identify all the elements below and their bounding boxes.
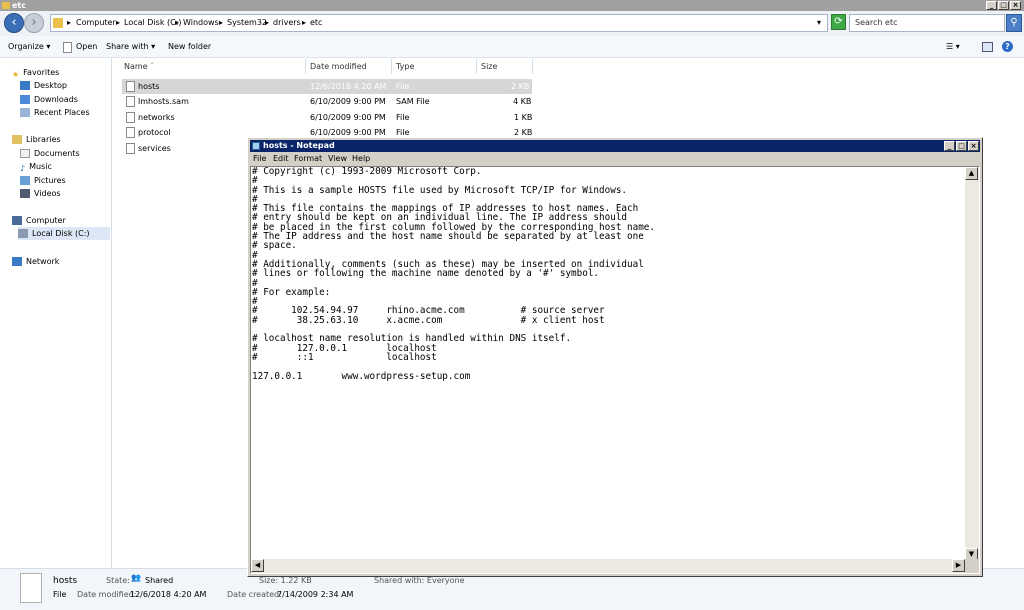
resize-grip[interactable] [965, 559, 979, 573]
new-folder-button[interactable]: New folder [168, 36, 211, 58]
breadcrumb-windows[interactable]: Windows [183, 15, 219, 31]
details-size: Size: 1.22 KB [259, 576, 312, 585]
file-icon [20, 573, 42, 603]
file-icon [126, 112, 135, 123]
horizontal-scrollbar[interactable]: ◀ ▶ [251, 559, 965, 573]
nav-documents[interactable]: Documents [20, 147, 80, 160]
nav-local-disk[interactable]: Local Disk (C:) [18, 227, 110, 240]
open-button[interactable]: Open [76, 36, 97, 58]
column-header-type[interactable]: Type [392, 59, 477, 74]
share-with-button[interactable]: Share with ▾ [106, 36, 155, 58]
menu-help[interactable]: Help [352, 153, 370, 165]
details-shared-with: Shared with: Everyone [374, 576, 465, 585]
drive-icon [18, 229, 28, 238]
hosts-file-content[interactable]: # Copyright (c) 1993-2009 Microsoft Corp… [252, 167, 655, 381]
breadcrumb-system32[interactable]: System32 [227, 15, 267, 31]
vertical-scrollbar[interactable]: ▲ ▼ [965, 167, 979, 561]
explorer-title-bar: etc _ □ × [0, 0, 1024, 11]
folder-icon [2, 2, 10, 9]
views-icon[interactable]: ☰ ▾ [946, 36, 960, 58]
notepad-close-button[interactable]: × [968, 141, 979, 151]
menu-format[interactable]: Format [294, 153, 322, 165]
help-icon[interactable]: ? [1002, 41, 1013, 52]
folder-icon [53, 18, 63, 28]
nav-downloads[interactable]: Downloads [20, 93, 78, 106]
file-icon [126, 96, 135, 107]
breadcrumb-drivers[interactable]: drivers [273, 15, 301, 31]
details-file-name: hosts [53, 576, 78, 586]
nav-libraries[interactable]: Libraries [12, 133, 61, 146]
notepad-title: hosts - Notepad [263, 141, 335, 150]
file-icon [126, 127, 135, 138]
pictures-icon [20, 176, 30, 185]
organize-button[interactable]: Organize ▾ [8, 36, 50, 58]
breadcrumb-etc[interactable]: etc [310, 15, 322, 31]
notepad-menu-bar: File Edit Format View Help [250, 153, 980, 165]
breadcrumb-local-disk[interactable]: Local Disk (C:) [124, 15, 182, 31]
nav-favorites[interactable]: ★ Favorites [12, 66, 59, 79]
desktop-icon [20, 81, 30, 90]
close-button[interactable]: × [1010, 1, 1021, 10]
nav-network[interactable]: Network [12, 255, 59, 268]
menu-file[interactable]: File [253, 153, 266, 165]
column-header-name[interactable]: Name ˆ [120, 59, 306, 74]
star-icon: ★ [12, 70, 20, 79]
recent-places-icon [20, 108, 30, 117]
nav-computer[interactable]: Computer [12, 214, 66, 227]
file-icon [126, 143, 135, 154]
sort-icon: ˆ [150, 62, 155, 71]
explorer-title: etc [12, 1, 26, 10]
address-dropdown-icon[interactable]: ▾ [817, 15, 821, 31]
nav-pictures[interactable]: Pictures [20, 174, 66, 187]
search-icon[interactable]: ⚲ [1006, 14, 1022, 32]
videos-icon [20, 189, 30, 198]
computer-icon [12, 216, 22, 225]
libraries-icon [12, 135, 22, 144]
scroll-right-icon[interactable]: ▶ [952, 559, 965, 572]
file-icon [126, 81, 135, 92]
notepad-title-bar[interactable]: hosts - Notepad _ □ × [250, 140, 980, 152]
details-date-modified: 12/6/2018 4:20 AM [130, 590, 207, 599]
maximize-button[interactable]: □ [998, 1, 1009, 10]
command-bar: Organize ▾ Open Share with ▾ New folder … [0, 36, 1024, 58]
preview-pane-icon[interactable] [982, 42, 993, 52]
details-date-created: 7/14/2009 2:34 AM [277, 590, 354, 599]
file-row[interactable]: hosts 12/6/2018 4:20 AM File 2 KB [122, 79, 532, 94]
menu-edit[interactable]: Edit [273, 153, 289, 165]
notepad-minimize-button[interactable]: _ [944, 141, 955, 151]
notepad-icon [252, 142, 260, 150]
scroll-up-icon[interactable]: ▲ [965, 167, 978, 180]
details-file-kind: File [53, 590, 67, 599]
scroll-left-icon[interactable]: ◀ [251, 559, 264, 572]
search-input[interactable]: Search etc [849, 14, 1005, 32]
nav-recent-places[interactable]: Recent Places [20, 106, 90, 119]
users-icon: 👥 [131, 573, 141, 582]
notepad-window[interactable]: hosts - Notepad _ □ × File Edit Format V… [247, 137, 983, 577]
address-bar[interactable]: ▸ Computer ▸ Local Disk (C:) ▸ Windows ▸… [50, 14, 828, 32]
forward-button[interactable]: › [24, 13, 44, 33]
network-icon [12, 257, 22, 266]
address-row: ‹ › ▸ Computer ▸ Local Disk (C:) ▸ Windo… [0, 11, 1024, 36]
menu-view[interactable]: View [328, 153, 347, 165]
minimize-button[interactable]: _ [986, 1, 997, 10]
details-state: Shared [145, 576, 174, 585]
breadcrumb-computer[interactable]: Computer [76, 15, 116, 31]
notepad-maximize-button[interactable]: □ [956, 141, 967, 151]
nav-desktop[interactable]: Desktop [20, 79, 67, 92]
file-icon [63, 42, 72, 53]
documents-icon [20, 149, 30, 158]
downloads-icon [20, 95, 30, 104]
navigation-pane: ★ Favorites Desktop Downloads Recent Plac… [0, 58, 112, 568]
column-header-size[interactable]: Size [477, 59, 533, 74]
nav-videos[interactable]: Videos [20, 187, 61, 200]
refresh-button[interactable]: ⟳ [831, 14, 846, 30]
back-button[interactable]: ‹ [4, 13, 24, 33]
music-icon: ♪ [20, 164, 26, 173]
nav-music[interactable]: ♪ Music [20, 160, 52, 173]
column-header-date[interactable]: Date modified [306, 59, 392, 74]
notepad-text-area[interactable]: # Copyright (c) 1993-2009 Microsoft Corp… [250, 166, 980, 574]
